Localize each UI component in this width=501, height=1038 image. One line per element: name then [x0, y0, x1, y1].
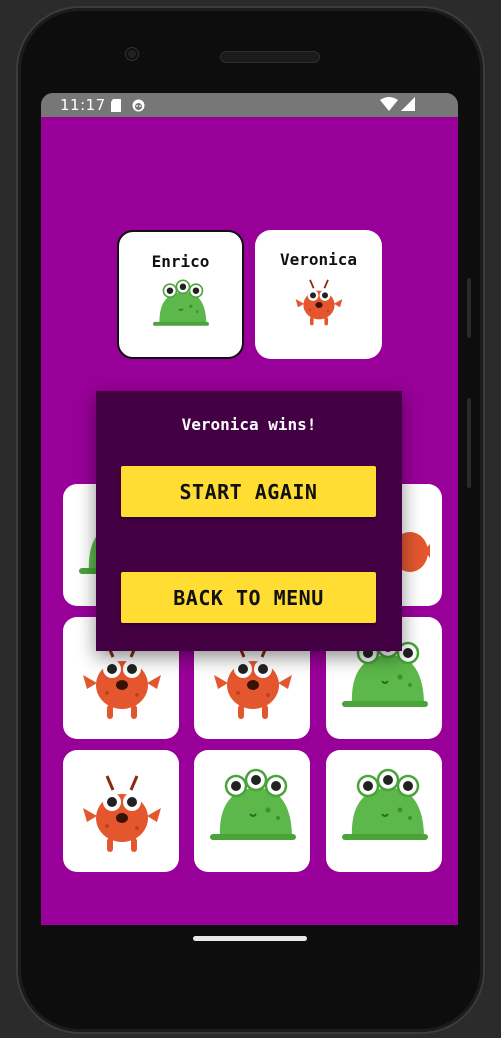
- status-bar: 11:17: [41, 93, 458, 117]
- board-tile[interactable]: [326, 750, 442, 872]
- player-card-veronica: Veronica: [255, 230, 382, 359]
- app-screen: 11:17 Enrico Veronica Veronica wins! STA…: [41, 93, 458, 925]
- android-icon: [132, 98, 145, 116]
- winner-message: Veronica wins!: [181, 415, 317, 434]
- orange-crab-monster-icon: [83, 775, 161, 852]
- signal-icon: [401, 97, 415, 115]
- green-slime-monster-icon: [210, 768, 296, 840]
- earpiece-speaker: [220, 51, 320, 63]
- status-time: 11:17: [60, 96, 106, 114]
- game-over-dialog: Veronica wins! START AGAIN BACK TO MENU: [96, 391, 402, 651]
- home-gesture-bar[interactable]: [193, 936, 307, 941]
- power-button: [467, 398, 471, 488]
- back-to-menu-button[interactable]: BACK TO MENU: [121, 572, 376, 623]
- player-name: Veronica: [279, 250, 358, 269]
- wifi-icon: [380, 97, 398, 115]
- board-tile[interactable]: [63, 750, 179, 872]
- sd-card-icon: [111, 98, 121, 116]
- board-tile[interactable]: [194, 750, 310, 872]
- green-slime-monster-icon: [342, 768, 428, 840]
- player-name: Enrico: [151, 252, 210, 271]
- orange-crab-monster-icon: [295, 279, 342, 326]
- volume-button: [467, 278, 471, 338]
- green-slime-monster-icon: [152, 279, 209, 326]
- start-again-button[interactable]: START AGAIN: [121, 466, 376, 517]
- player-card-enrico: Enrico: [117, 230, 244, 359]
- front-camera: [126, 48, 138, 60]
